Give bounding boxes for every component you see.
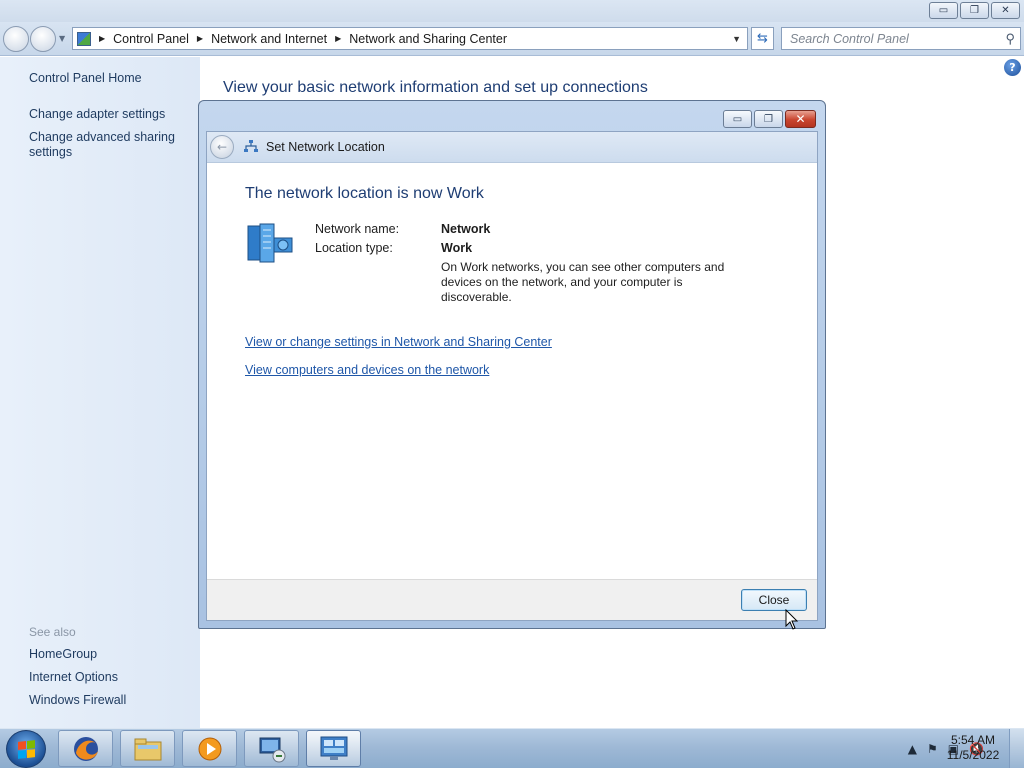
change-advanced-sharing-settings-link[interactable]: Change advanced sharing settings <box>29 130 189 160</box>
dialog-body: ← Set Network Location The network locat… <box>206 131 818 621</box>
dialog-back-icon[interactable]: ← <box>210 135 234 159</box>
homegroup-link[interactable]: HomeGroup <box>29 647 97 662</box>
dialog-close-button[interactable]: ✕ <box>785 110 816 128</box>
dialog-maximize-button[interactable]: ❐ <box>754 110 783 128</box>
address-bar[interactable]: ▶ Control Panel ▶ Network and Internet ▶… <box>72 27 748 50</box>
help-icon[interactable]: ? <box>1004 59 1021 76</box>
network-name-label: Network name: <box>315 222 400 236</box>
breadcrumb-network-and-sharing-center[interactable]: Network and Sharing Center <box>349 32 507 46</box>
navigation-bar: ▼ ▶ Control Panel ▶ Network and Internet… <box>0 22 1024 56</box>
control-panel-icon <box>77 31 91 46</box>
search-input[interactable]: Search Control Panel ⚲ <box>781 27 1021 50</box>
action-center-flag-icon[interactable]: ⚑ <box>927 742 938 756</box>
dialog-header: ← Set Network Location <box>207 132 817 163</box>
address-dropdown-icon[interactable]: ▼ <box>732 34 741 44</box>
mouse-cursor-icon <box>785 609 799 630</box>
search-placeholder: Search Control Panel <box>790 31 909 46</box>
location-type-label: Location type: <box>315 241 393 255</box>
set-network-location-dialog: ▭ ❐ ✕ ← Set Network Location The network… <box>198 100 826 629</box>
location-description: On Work networks, you can see other comp… <box>441 260 725 304</box>
left-pane: Control Panel Home Change adapter settin… <box>0 57 200 728</box>
page-title: View your basic network information and … <box>223 79 648 96</box>
dialog-footer: Close <box>207 579 817 620</box>
window-controls: ▭ ❐ ✕ <box>929 2 1020 19</box>
view-computers-devices-link[interactable]: View computers and devices on the networ… <box>245 363 489 377</box>
breadcrumb-arrow-icon[interactable]: ▶ <box>335 34 341 43</box>
internet-options-link[interactable]: Internet Options <box>29 670 118 685</box>
location-type-value: Work <box>441 241 473 255</box>
refresh-icon[interactable]: ⇆ <box>751 27 774 50</box>
network-icon <box>244 140 258 156</box>
show-desktop-button[interactable] <box>1009 729 1024 768</box>
control-panel-icon[interactable] <box>306 730 361 767</box>
system-clock[interactable]: 5:54 AM 11/5/2022 <box>946 733 1000 763</box>
firefox-icon[interactable] <box>58 730 113 767</box>
recent-pages-dropdown-icon[interactable]: ▼ <box>59 34 65 43</box>
taskbar: ▲ ⚑ ▣ 🔇 5:54 AM 11/5/2022 <box>0 728 1024 768</box>
network-monitor-icon[interactable] <box>244 730 299 767</box>
network-name-value: Network <box>441 222 491 236</box>
restore-button[interactable]: ❐ <box>960 2 989 19</box>
media-player-icon[interactable] <box>182 730 237 767</box>
search-icon[interactable]: ⚲ <box>1005 31 1015 47</box>
breadcrumb-arrow-icon[interactable]: ▶ <box>99 34 105 43</box>
see-also-heading: See also <box>29 625 76 639</box>
windows-firewall-link[interactable]: Windows Firewall <box>29 693 126 708</box>
windows-logo-icon <box>18 740 35 759</box>
breadcrumb-control-panel[interactable]: Control Panel <box>113 32 189 46</box>
work-network-icon <box>245 222 295 264</box>
minimize-button[interactable]: ▭ <box>929 2 958 19</box>
close-button[interactable]: Close <box>741 589 807 611</box>
control-panel-home-link[interactable]: Control Panel Home <box>29 71 142 86</box>
change-adapter-settings-link[interactable]: Change adapter settings <box>29 107 165 122</box>
clock-time: 5:54 AM <box>950 733 996 747</box>
breadcrumb-network-and-internet[interactable]: Network and Internet <box>211 32 327 46</box>
close-button[interactable]: ✕ <box>991 2 1020 19</box>
dialog-window-controls: ▭ ❐ ✕ <box>723 110 816 128</box>
dialog-minimize-button[interactable]: ▭ <box>723 110 752 128</box>
view-change-settings-link[interactable]: View or change settings in Network and S… <box>245 335 552 349</box>
show-hidden-icons-icon[interactable]: ▲ <box>908 742 917 756</box>
breadcrumb-arrow-icon[interactable]: ▶ <box>197 34 203 43</box>
clock-date: 11/5/2022 <box>946 748 1000 762</box>
dialog-heading: The network location is now Work <box>245 185 484 202</box>
start-button[interactable] <box>6 730 46 768</box>
back-button[interactable] <box>3 26 29 52</box>
window-title-bar: ▭ ❐ ✕ <box>0 0 1024 22</box>
forward-button[interactable] <box>30 26 56 52</box>
explorer-icon[interactable] <box>120 730 175 767</box>
dialog-title: Set Network Location <box>266 140 385 154</box>
